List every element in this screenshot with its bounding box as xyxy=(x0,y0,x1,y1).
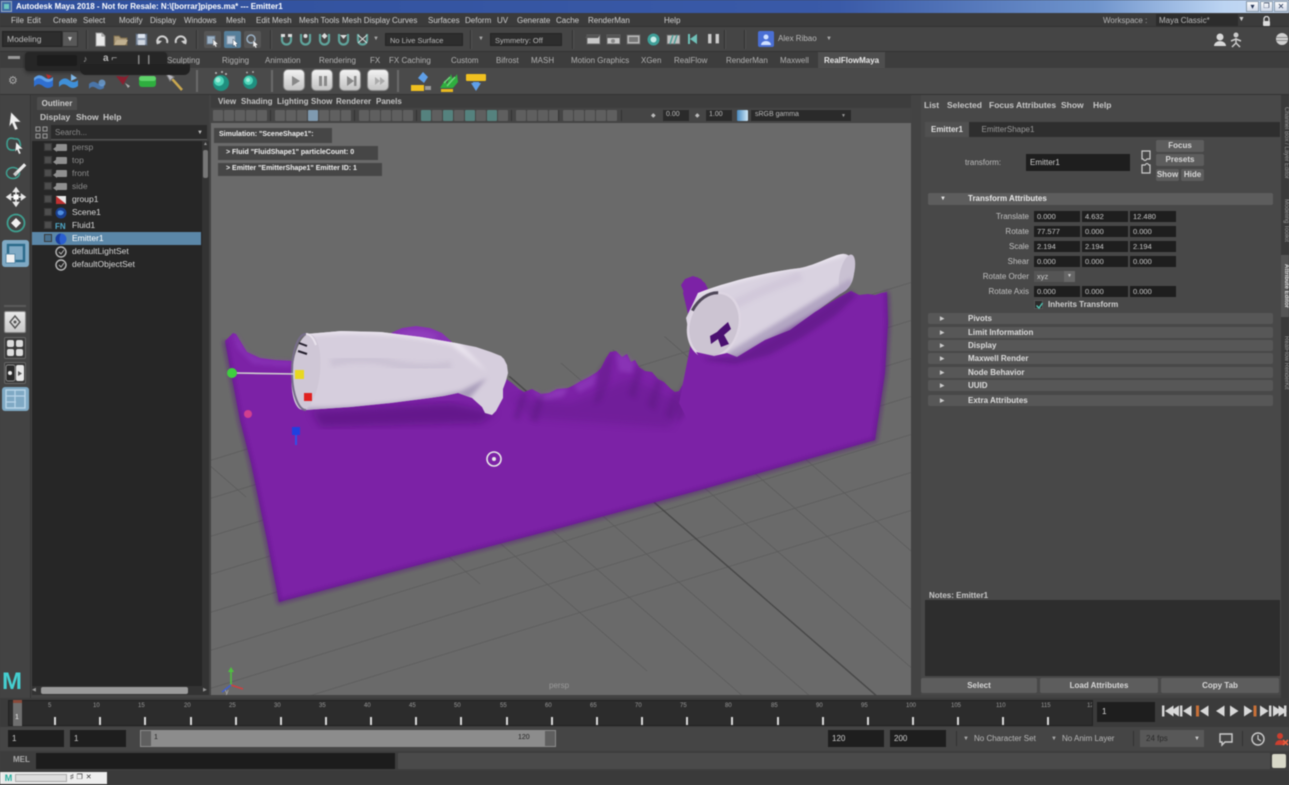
svg-text:y: y xyxy=(225,689,229,695)
svg-text:FN: FN xyxy=(55,222,66,231)
